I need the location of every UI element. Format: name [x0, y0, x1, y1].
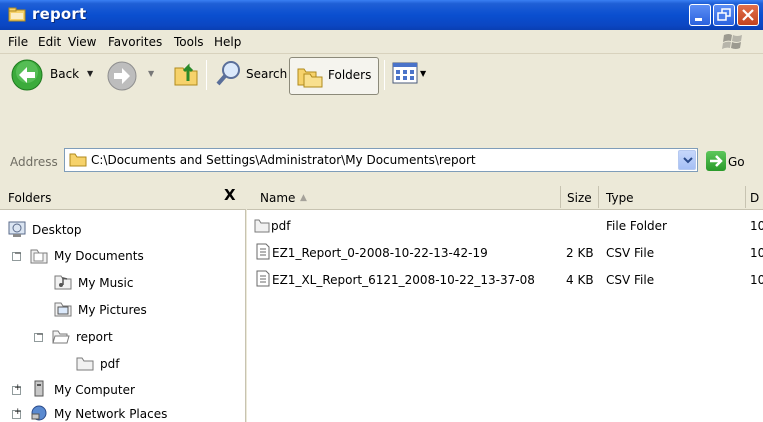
menu-tools[interactable]: Tools [174, 35, 204, 49]
expand-toggle[interactable]: + [12, 407, 22, 419]
file-name: pdf [271, 219, 291, 233]
folders-button-label: Folders [328, 68, 372, 82]
tree-item-label: My Pictures [78, 303, 147, 317]
folders-button[interactable]: Folders [289, 57, 379, 95]
sort-ascending-icon: ▲ [300, 193, 307, 203]
file-name: EZ1_XL_Report_6121_2008-10-22_13-37-08 [272, 273, 535, 287]
column-separator[interactable] [560, 186, 561, 208]
expand-toggle[interactable]: + [12, 383, 22, 395]
desktop-icon [8, 221, 26, 237]
tree-item-my-music[interactable]: My Music [0, 273, 246, 293]
back-button-label[interactable]: Back [50, 67, 79, 81]
column-header-size[interactable]: Size [567, 191, 592, 205]
windows-logo-icon [722, 34, 742, 49]
file-row[interactable]: EZ1_XL_Report_6121_2008-10-22_13-37-08 4… [247, 270, 763, 290]
folder-icon [254, 219, 270, 233]
collapse-toggle[interactable]: − [34, 330, 44, 342]
csv-file-icon [256, 270, 270, 287]
file-date: 10 [750, 219, 763, 233]
menu-favorites[interactable]: Favorites [108, 35, 162, 49]
my-documents-icon [30, 249, 48, 264]
toolbar-separator [384, 60, 385, 90]
my-pictures-icon [54, 302, 72, 317]
window-title: report [32, 5, 87, 23]
search-icon[interactable] [215, 59, 243, 87]
go-arrow-icon[interactable] [706, 151, 726, 171]
menu-edit[interactable]: Edit [38, 35, 61, 49]
menu-view[interactable]: View [68, 35, 96, 49]
tree-item-my-computer[interactable]: + My Computer [0, 380, 246, 400]
file-row[interactable]: EZ1_Report_0-2008-10-22-13-42-19 2 KB CS… [247, 243, 763, 263]
forward-dropdown-arrow[interactable]: ▼ [148, 69, 154, 78]
address-field[interactable]: C:\Documents and Settings\Administrator\… [64, 148, 698, 172]
tree-item-label: My Network Places [54, 407, 168, 421]
tree-item-my-network-places[interactable]: + My Network Places [0, 404, 246, 422]
tree-item-label: My Music [78, 276, 134, 290]
back-icon[interactable] [10, 58, 44, 92]
my-music-icon [54, 275, 72, 290]
toolbar-separator [206, 60, 207, 90]
tree-item-my-documents[interactable]: − My Documents [0, 246, 246, 266]
tree-item-label: pdf [100, 357, 120, 371]
network-places-icon [31, 405, 47, 421]
menu-bar: File Edit View Favorites Tools Help [0, 30, 763, 54]
minimize-icon [695, 18, 702, 21]
address-path[interactable]: C:\Documents and Settings\Administrator\… [91, 153, 476, 167]
collapse-toggle[interactable]: − [12, 249, 22, 261]
csv-file-icon [256, 243, 270, 260]
up-folder-icon[interactable] [172, 59, 202, 89]
folder-open-icon [52, 330, 70, 344]
folder-window-icon [8, 7, 26, 22]
menu-help[interactable]: Help [214, 35, 241, 49]
tree-item-label: Desktop [32, 223, 82, 237]
file-size: 4 KB [566, 273, 594, 287]
chevron-down-icon [683, 157, 693, 164]
column-header-date[interactable]: D [750, 191, 759, 205]
column-separator[interactable] [598, 186, 599, 208]
address-label: Address [10, 155, 58, 169]
file-date: 10 [750, 273, 763, 287]
file-size: 2 KB [566, 246, 594, 260]
file-type: CSV File [606, 273, 655, 287]
file-date: 10 [750, 246, 763, 260]
go-button-label[interactable]: Go [728, 155, 745, 169]
tree-item-desktop[interactable]: Desktop [0, 220, 246, 240]
address-dropdown-button[interactable] [678, 150, 696, 170]
title-bar[interactable]: report [0, 0, 763, 30]
tree-item-report[interactable]: − report [0, 327, 246, 347]
menu-file[interactable]: File [8, 35, 28, 49]
forward-icon[interactable] [106, 60, 138, 92]
back-dropdown-arrow[interactable]: ▼ [87, 69, 93, 78]
folders-icon [297, 68, 323, 88]
tree-item-label: My Documents [54, 249, 144, 263]
folder-icon [76, 357, 94, 371]
tree-item-my-pictures[interactable]: My Pictures [0, 300, 246, 320]
file-type: File Folder [606, 219, 667, 233]
views-icon[interactable] [392, 62, 418, 84]
tree-item-pdf[interactable]: pdf [0, 354, 246, 374]
tree-item-label: My Computer [54, 383, 135, 397]
close-button[interactable] [737, 4, 759, 26]
column-header-type[interactable]: Type [606, 191, 634, 205]
close-icon [742, 9, 754, 21]
restore-icon [717, 8, 731, 21]
column-header-name[interactable]: Name [260, 191, 295, 205]
tree-item-label: report [76, 330, 113, 344]
file-row[interactable]: pdf File Folder 10 [247, 216, 763, 236]
folder-icon [69, 153, 87, 167]
views-dropdown-arrow[interactable]: ▼ [420, 69, 426, 78]
minimize-button[interactable] [689, 4, 711, 26]
folders-pane-close-button[interactable]: X [224, 186, 240, 204]
my-computer-icon [34, 380, 44, 397]
file-type: CSV File [606, 246, 655, 260]
folders-pane-title: Folders [8, 191, 52, 205]
column-separator[interactable] [745, 186, 746, 208]
search-button-label[interactable]: Search [246, 67, 287, 81]
file-name: EZ1_Report_0-2008-10-22-13-42-19 [272, 246, 488, 260]
restore-button[interactable] [713, 4, 735, 26]
file-list-header [247, 184, 763, 210]
